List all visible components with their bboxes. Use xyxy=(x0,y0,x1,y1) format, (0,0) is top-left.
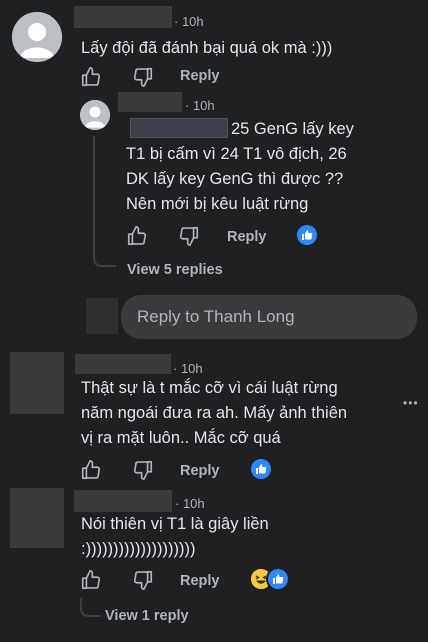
thumb-down-icon[interactable] xyxy=(132,569,154,591)
avatar[interactable] xyxy=(80,100,110,130)
author-name-redacted[interactable] xyxy=(75,354,171,374)
comment-line: Thật sự là t mắc cỡ vì cái luật rừng xyxy=(81,379,338,397)
view-replies-link[interactable]: View 5 replies xyxy=(127,262,223,278)
comment-line: vị ra mặt luôn.. Mắc cỡ quá xyxy=(81,429,281,447)
reply-button[interactable]: Reply xyxy=(227,229,267,245)
author-name-redacted[interactable] xyxy=(74,490,172,512)
comment-text: Nói thiên vị T1 là giây liền :))))))))))… xyxy=(81,512,269,562)
reply-button[interactable]: Reply xyxy=(180,573,220,589)
reply-input[interactable]: Reply to Thanh Long xyxy=(121,295,417,339)
author-name-redacted[interactable] xyxy=(118,92,182,112)
avatar[interactable] xyxy=(10,352,64,414)
thumb-up-icon[interactable] xyxy=(126,225,148,247)
reply-button[interactable]: Reply xyxy=(180,463,220,479)
comment-text: 25 GenG lấy key T1 bị cấm vì 24 T1 vô đị… xyxy=(126,117,354,217)
avatar[interactable] xyxy=(10,488,64,548)
comment-line: 25 GenG lấy key xyxy=(231,120,354,138)
comment-line: Nên mới bị kêu luật rừng xyxy=(126,195,309,213)
thumb-up-icon[interactable] xyxy=(80,569,102,591)
time-text: 10h xyxy=(181,14,204,29)
avatar[interactable] xyxy=(12,12,62,62)
comment-time[interactable]: · 10h xyxy=(174,14,204,29)
comment-line: :)))))))))))))))))))) xyxy=(81,540,196,558)
more-options-icon[interactable]: ••• xyxy=(403,396,419,410)
like-reaction-icon[interactable] xyxy=(268,569,288,589)
comment-line: Nói thiên vị T1 là giây liền xyxy=(81,515,269,533)
view-replies-link[interactable]: View 1 reply xyxy=(105,608,189,624)
thread-connector xyxy=(80,598,101,617)
thumb-down-icon[interactable] xyxy=(132,459,154,481)
author-name-redacted[interactable] xyxy=(74,6,172,28)
comment-time[interactable]: · 10h xyxy=(185,98,215,113)
like-reaction-icon[interactable] xyxy=(251,459,271,479)
comment-line: T1 bị cấm vì 24 T1 vô địch, 26 xyxy=(126,145,347,163)
time-text: 10h xyxy=(192,98,215,113)
time-text: 10h xyxy=(180,361,203,376)
comment-time[interactable]: · 10h xyxy=(173,361,203,376)
like-reaction-icon[interactable] xyxy=(297,225,317,245)
comment-line: năm ngoái đưa ra ah. Mấy ảnh thiên xyxy=(81,404,348,422)
avatar-icon xyxy=(80,100,110,130)
comment-time[interactable]: · 10h xyxy=(175,496,205,511)
reply-button[interactable]: Reply xyxy=(180,68,220,84)
comment-text: Thật sự là t mắc cỡ vì cái luật rừng năm… xyxy=(81,376,347,451)
thumb-down-icon[interactable] xyxy=(178,225,200,247)
time-text: 10h xyxy=(182,496,205,511)
comment-line: DK lấy key GenG thì được ?? xyxy=(126,170,344,188)
avatar xyxy=(86,298,118,334)
thumb-up-icon[interactable] xyxy=(80,66,102,88)
comment-text: Lấy đội đã đánh bại quá ok mà :))) xyxy=(81,39,333,57)
thumb-up-icon[interactable] xyxy=(80,459,102,481)
thread-connector xyxy=(93,136,116,267)
avatar-icon xyxy=(12,12,62,62)
thumb-down-icon[interactable] xyxy=(132,66,154,88)
